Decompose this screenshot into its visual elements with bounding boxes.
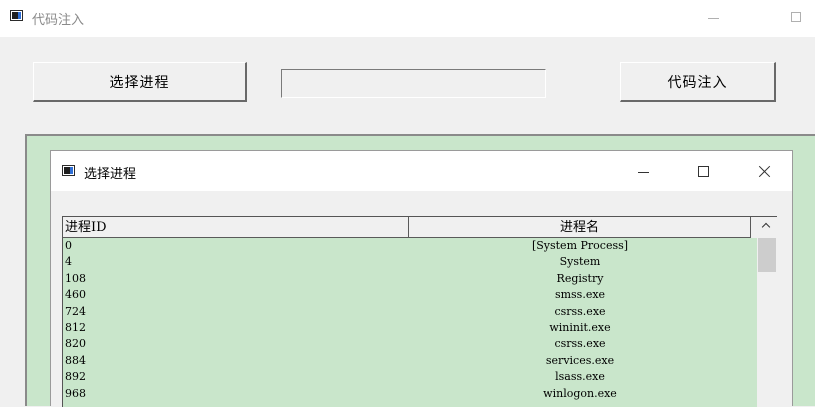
cell-process-name: System — [559, 255, 601, 269]
cell-pid: 968 — [65, 386, 86, 400]
column-header-name[interactable]: 进程名 — [409, 217, 751, 238]
maximize-icon[interactable] — [785, 9, 809, 27]
cell-process-name: wininit.exe — [549, 320, 611, 334]
cell-process-name: [System Process] — [531, 239, 629, 252]
table-row[interactable]: 460 smss.exe — [63, 287, 757, 303]
dialog-title: 选择进程 — [84, 167, 137, 182]
table-row[interactable]: 108 Registry — [63, 271, 757, 287]
minimize-icon[interactable] — [702, 10, 726, 26]
cell-process-name: csrss.exe — [554, 337, 606, 351]
app-icon — [10, 10, 23, 21]
select-process-button[interactable]: 选择进程 — [33, 62, 247, 102]
table-row[interactable]: 4 System — [63, 254, 757, 270]
process-list[interactable]: 进程ID 进程名 0 [System Process] 4 System 108 Regi… — [62, 216, 777, 407]
main-title-bar: 代码注入 — [0, 0, 815, 37]
table-row[interactable]: 820 csrss.exe — [63, 336, 757, 352]
table-row[interactable]: 892 lsass.exe — [63, 369, 757, 385]
cell-pid: 884 — [65, 353, 86, 367]
cell-process-name: services.exe — [545, 353, 615, 367]
scroll-thumb[interactable] — [758, 238, 776, 272]
column-header-pid[interactable]: 进程ID — [63, 217, 409, 238]
dialog-close-icon[interactable] — [751, 161, 777, 183]
dialog-maximize-icon[interactable] — [691, 162, 717, 182]
vertical-scrollbar[interactable] — [757, 217, 777, 407]
cell-pid: 4 — [65, 255, 72, 269]
cell-process-name: smss.exe — [554, 288, 606, 302]
cell-pid: 724 — [65, 304, 86, 318]
cell-pid: 460 — [65, 288, 86, 302]
cell-process-name: Registry — [556, 271, 604, 285]
dialog-minimize-icon[interactable] — [631, 163, 657, 181]
process-field[interactable] — [281, 69, 546, 98]
window-title: 代码注入 — [32, 13, 85, 28]
cell-pid: 892 — [65, 370, 86, 384]
select-process-dialog: 选择进程 进程ID 进程名 0 [System Process] 4 System 10… — [50, 150, 793, 407]
scroll-up-icon[interactable] — [757, 217, 777, 235]
table-row[interactable]: 968 winlogon.exe — [63, 386, 757, 402]
table-row[interactable]: 0 [System Process] — [63, 238, 757, 254]
cell-process-name: winlogon.exe — [543, 386, 617, 400]
table-row[interactable]: 884 services.exe — [63, 353, 757, 369]
dialog-title-bar: 选择进程 — [51, 151, 792, 191]
code-inject-button[interactable]: 代码注入 — [620, 62, 776, 102]
cell-pid: 820 — [65, 337, 86, 351]
cell-pid: 0 — [65, 239, 72, 252]
cell-process-name: lsass.exe — [555, 370, 605, 384]
list-rows: 0 [System Process] 4 System 108 Registry 460 sm… — [63, 238, 757, 402]
table-row[interactable]: 724 csrss.exe — [63, 304, 757, 320]
table-row[interactable]: 812 wininit.exe — [63, 320, 757, 336]
list-header: 进程ID 进程名 — [63, 217, 757, 238]
cell-process-name: csrss.exe — [554, 304, 606, 318]
dialog-app-icon — [62, 165, 75, 176]
cell-pid: 812 — [65, 320, 86, 334]
cell-pid: 108 — [65, 271, 86, 285]
